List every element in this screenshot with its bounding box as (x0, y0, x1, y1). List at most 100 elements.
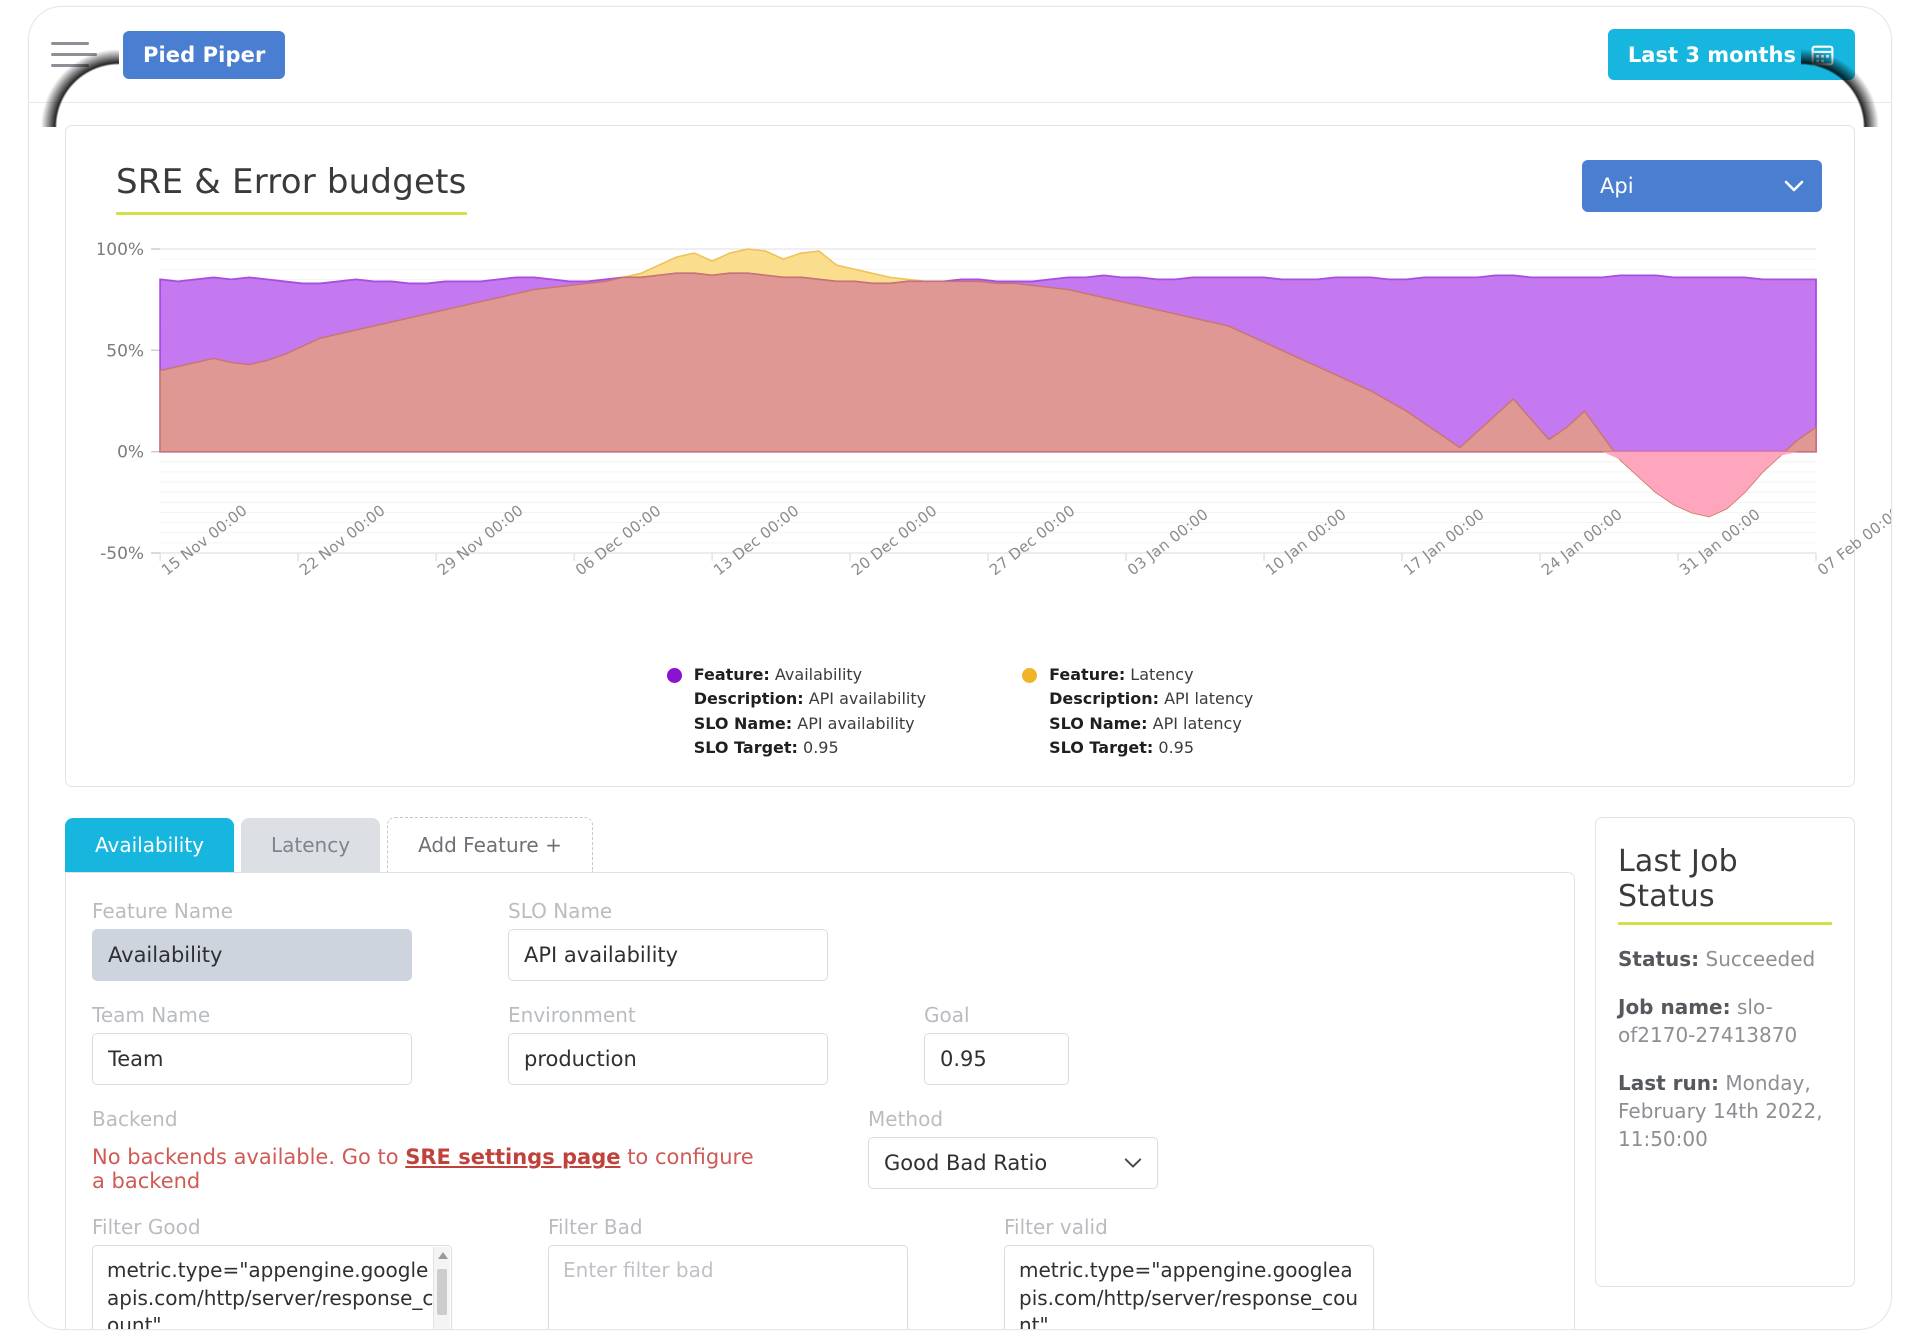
legend-slo-name-value: API availability (792, 713, 915, 733)
tab-availability[interactable]: Availability (65, 818, 235, 873)
legend-item: Feature: Latency Description: API latency… (1022, 663, 1253, 760)
sre-chart-card: SRE & Error budgets Api 100% 50% 0% -50% 15… (65, 125, 1891, 788)
legend-slo-target-label: SLO Target: (693, 737, 798, 757)
feature-tabs: Availability Latency Add Feature + (65, 817, 1575, 873)
method-select-wrap: Good Bad Ratio (868, 1137, 1158, 1190)
form-row-3: Backend No backends available. Go to SRE… (92, 1107, 1548, 1193)
legend-slo-name-value: API latency (1147, 713, 1242, 733)
form-row-4: Filter Good metric.type="appengine.googl… (92, 1215, 1548, 1329)
legend-feature: Feature: Latency (1049, 663, 1253, 687)
field-filter-valid: Filter valid metric.type="appengine.goog… (1004, 1215, 1374, 1329)
filter-good-wrap: metric.type="appengine.googleapis.com/ht… (92, 1245, 452, 1329)
slo-name-input[interactable] (508, 929, 828, 982)
feature-name-label: Feature Name (92, 899, 233, 924)
error-budget-chart: 100% 50% 0% -50% 15 Nov 00:00 22 Nov 00:00 29… (98, 241, 1891, 661)
filter-good-textarea[interactable]: metric.type="appengine.googleapis.com/ht… (92, 1245, 452, 1329)
svg-text:0%: 0% (117, 443, 144, 463)
sre-settings-link[interactable]: SRE settings page (405, 1145, 620, 1169)
legend-slo-target-label: SLO Target: (1049, 737, 1154, 757)
api-dropdown[interactable]: Api (1582, 160, 1822, 212)
chart-card-header: SRE & Error budgets Api (98, 154, 1822, 215)
field-backend: Backend No backends available. Go to SRE… (92, 1107, 772, 1193)
job-last-run-row: Last run: Monday, February 14th 2022, 11… (1618, 1069, 1832, 1153)
legend-feature: Feature: Availability (694, 663, 926, 687)
legend-description: Description: API latency (1049, 687, 1253, 711)
legend-slo-target-value: 0.95 (1153, 737, 1195, 757)
legend-description: Description: API availability (694, 687, 926, 711)
top-bar: Pied Piper Last 3 months (29, 7, 1891, 103)
legend-feature-label: Feature: (1049, 665, 1126, 684)
legend-description-value: API availability (803, 689, 927, 709)
filter-valid-textarea[interactable]: metric.type="appengine.googleapis.com/ht… (1004, 1245, 1374, 1329)
job-last-run-label: Last run: (1618, 1071, 1720, 1096)
legend-feature-label: Feature: (693, 665, 770, 684)
legend-slo-name: SLO Name: API availability (694, 712, 926, 736)
field-method: Method Good Bad Ratio (868, 1107, 1158, 1193)
feature-config-panel: Availability Latency Add Feature + Featu… (65, 817, 1575, 1329)
goal-label: Goal (924, 1003, 970, 1028)
goal-input[interactable] (924, 1033, 1069, 1086)
hamburger-icon[interactable] (51, 42, 97, 67)
team-name-label: Team Name (92, 1003, 211, 1028)
field-filter-good: Filter Good metric.type="appengine.googl… (92, 1215, 452, 1329)
filter-good-label: Filter Good (92, 1215, 201, 1240)
tab-latency[interactable]: Latency (241, 818, 381, 873)
date-range-label: Last 3 months (1627, 42, 1796, 67)
page-title: SRE & Error budgets (116, 162, 467, 215)
job-status-value: Succeeded (1705, 947, 1816, 972)
chart-plot-area: 100% 50% 0% -50% (98, 241, 1817, 561)
backend-msg-before: No backends available. Go to (92, 1145, 406, 1170)
filter-good-scrollbar[interactable] (433, 1247, 450, 1329)
api-dropdown-value: Api (1600, 174, 1634, 198)
field-feature-name: Feature Name (92, 899, 412, 982)
tab-add-feature[interactable]: Add Feature + (387, 817, 593, 873)
legend-color-dot (1022, 668, 1038, 683)
field-filter-bad: Filter Bad (548, 1215, 908, 1329)
job-status-row: Status: Succeeded (1618, 945, 1832, 973)
slo-name-label: SLO Name (508, 899, 613, 924)
scroll-thumb[interactable] (437, 1269, 447, 1316)
device-frame: Pied Piper Last 3 months SRE & Error bud… (28, 6, 1892, 1330)
svg-text:50%: 50% (106, 341, 144, 361)
scroll-up-icon[interactable] (438, 1252, 448, 1260)
legend-slo-target-value: 0.95 (797, 737, 839, 757)
field-goal: Goal (924, 1003, 1069, 1086)
brand-logo[interactable]: Pied Piper (123, 30, 286, 79)
chart-legend: Feature: Availability Description: API av… (98, 663, 1822, 760)
backend-label: Backend (92, 1107, 178, 1132)
legend-slo-target: SLO Target: 0.95 (1049, 736, 1253, 760)
job-name-row: Job name: slo-of2170-27413870 (1618, 993, 1832, 1049)
form-row-2: Team Name Environment Goal (92, 1003, 1548, 1086)
page-body: SRE & Error budgets Api 100% 50% 0% -50% 15… (29, 103, 1891, 1329)
legend-color-dot (666, 668, 682, 683)
legend-feature-value: Latency (1125, 665, 1194, 684)
environment-input[interactable] (508, 1033, 828, 1086)
field-team-name: Team Name (92, 1003, 412, 1086)
legend-description-label: Description: (693, 689, 804, 709)
bottom-section: Availability Latency Add Feature + Featu… (65, 817, 1855, 1329)
legend-item: Feature: Availability Description: API av… (666, 663, 926, 760)
legend-description-label: Description: (1049, 689, 1159, 709)
legend-slo-name: SLO Name: API latency (1049, 712, 1253, 736)
environment-label: Environment (508, 1003, 636, 1028)
job-status-title: Last Job Status (1618, 844, 1832, 926)
field-slo-name: SLO Name (508, 899, 828, 982)
chevron-down-icon (1784, 180, 1804, 192)
chart-x-axis: 15 Nov 00:00 22 Nov 00:00 29 Nov 00:00 06 D… (98, 501, 1891, 657)
filter-bad-label: Filter Bad (548, 1215, 643, 1240)
app-screenshot: Pied Piper Last 3 months SRE & Error bud… (0, 0, 1920, 1336)
backend-warning: No backends available. Go to SRE setting… (92, 1137, 772, 1193)
filter-bad-textarea[interactable] (548, 1245, 908, 1329)
svg-text:100%: 100% (98, 241, 144, 260)
method-select[interactable]: Good Bad Ratio (868, 1137, 1158, 1190)
field-environment: Environment (508, 1003, 828, 1086)
legend-text: Feature: Availability Description: API av… (694, 663, 926, 760)
feature-form: Feature Name SLO Name Team Name (65, 872, 1575, 1329)
x-axis-tick-label: 07 Feb 00:00 (1813, 502, 1891, 580)
date-range-button[interactable]: Last 3 months (1607, 29, 1855, 80)
feature-name-input[interactable] (92, 929, 412, 982)
team-name-input[interactable] (92, 1033, 412, 1086)
filter-valid-label: Filter valid (1004, 1215, 1108, 1240)
legend-slo-name-label: SLO Name: (1049, 713, 1148, 733)
legend-text: Feature: Latency Description: API latency… (1049, 663, 1253, 760)
